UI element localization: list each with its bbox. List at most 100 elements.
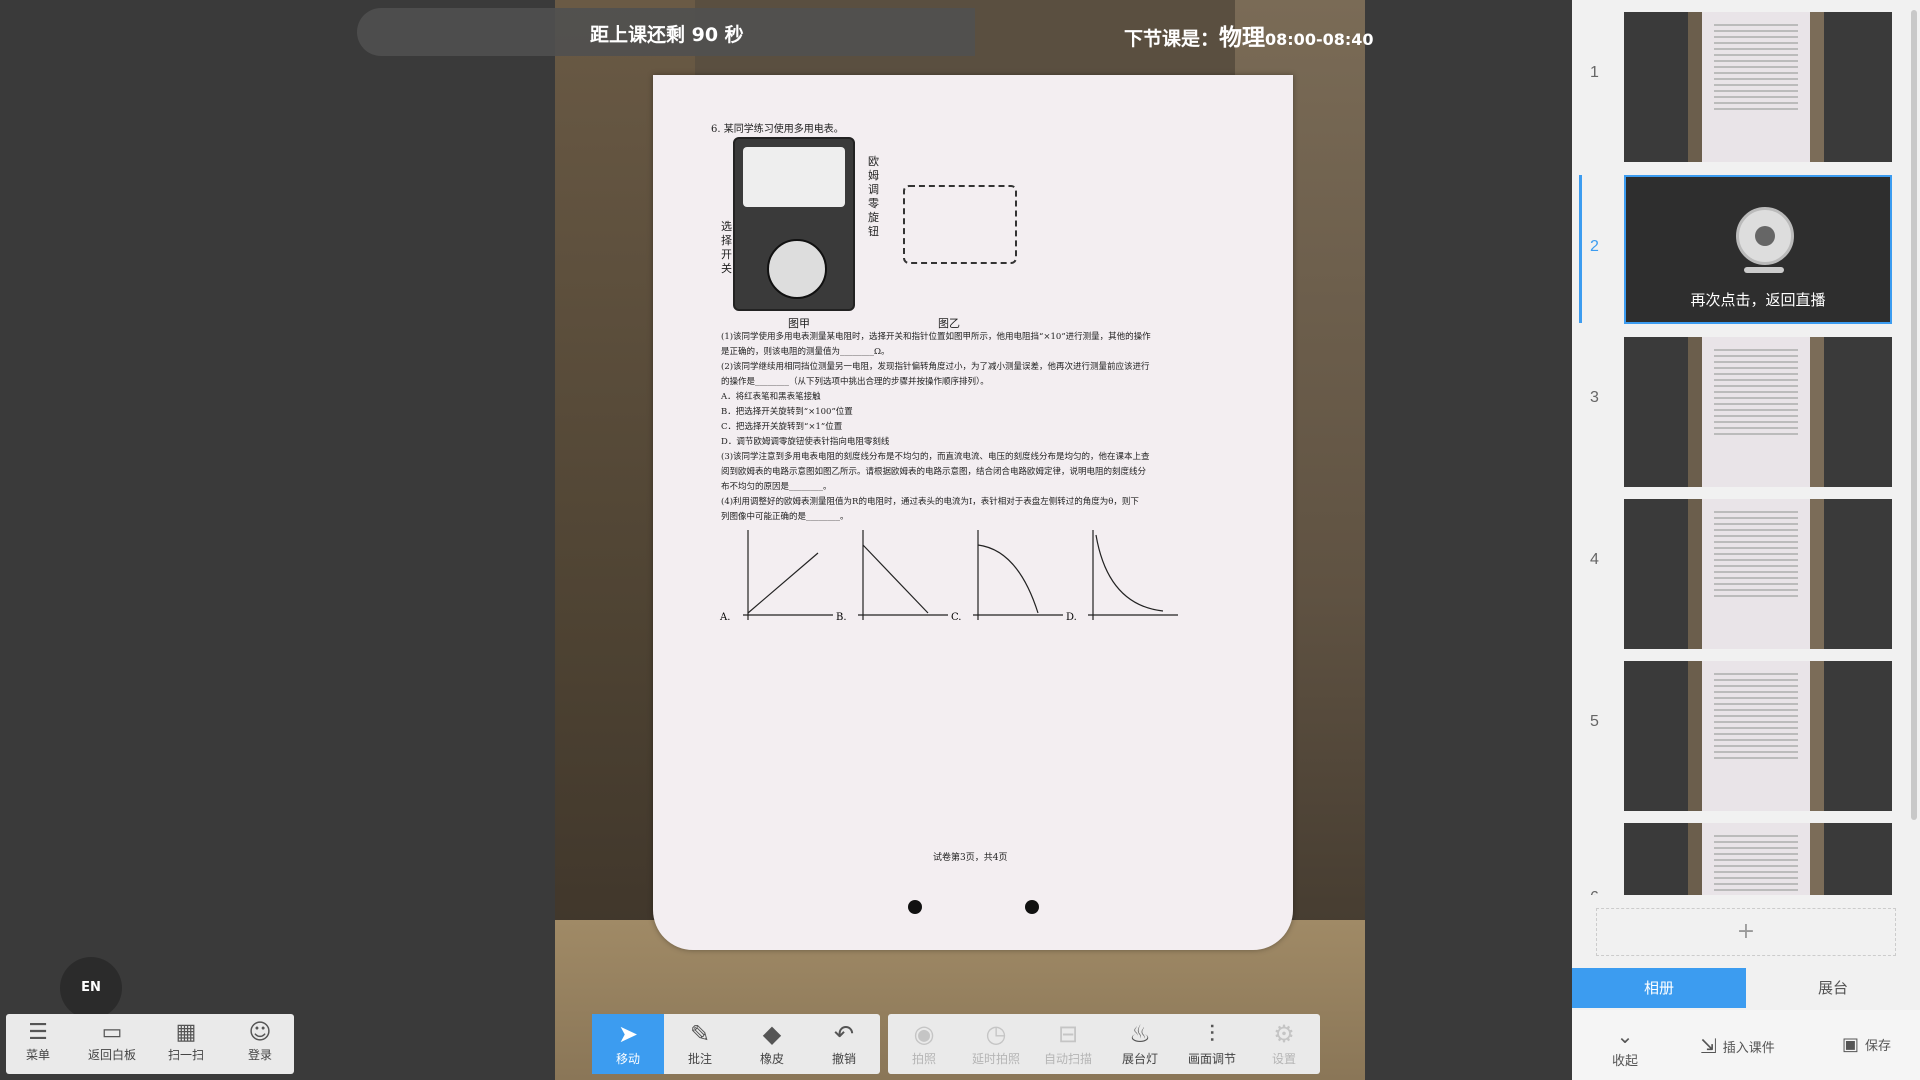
countdown-text: 距上课还剩 90 秒 (590, 24, 744, 46)
eraser-label: 橡皮 (759, 1052, 784, 1066)
pen-icon: ✎ (689, 1020, 711, 1048)
lightbulb-icon: ♨ (1129, 1020, 1151, 1048)
photo-label: 拍照 (911, 1052, 936, 1066)
move-tool-button[interactable]: ➤ 移动 (592, 1014, 664, 1074)
thumbnail-image[interactable] (1624, 823, 1892, 895)
timer-photo-button[interactable]: ◷ 延时拍照 (960, 1014, 1032, 1074)
question-line: A．将红表笔和黑表笔接触 (721, 392, 821, 402)
thumbnail-item[interactable]: 5 (1572, 651, 1920, 811)
question-line: 阅到欧姆表的电路示意图如图乙所示。请根据欧姆表的电路示意图，结合闭合电路欧姆定律… (721, 467, 1147, 477)
settings-button[interactable]: ⚙ 设置 (1248, 1014, 1320, 1074)
question-line: B．把选择开关旋转到“×100”位置 (721, 407, 853, 417)
ohmmeter-circuit-figure (903, 185, 1017, 264)
camera-toolbar: ◉ 拍照 ◷ 延时拍照 ⊟ 自动扫描 ♨ 展台灯 ⫶ 画面调节 ⚙ 设置 (888, 1014, 1320, 1074)
insert-icon: ⇲ (1700, 1034, 1717, 1058)
insert-courseware-button[interactable]: ⇲ 插入课件 (1700, 1034, 1775, 1058)
panel-actions: ⌄ 收起 ⇲ 插入课件 ▣ 保存 (1572, 1010, 1920, 1080)
en-icon: EN (81, 980, 101, 995)
question-line: 列图像中可能正确的是________。 (721, 512, 849, 522)
hamburger-icon: ☰ (28, 1020, 48, 1045)
thumbnail-item[interactable]: 3 (1572, 327, 1920, 487)
move-label: 移动 (615, 1052, 640, 1066)
auto-scan-label: 自动扫描 (1043, 1052, 1092, 1066)
menu-label: 菜单 (25, 1048, 50, 1062)
question-line: (3)该同学注意到多用电表电阻的刻度线分布是不均匀的，而直流电流、电压的刻度线分… (721, 452, 1150, 462)
thumbnail-item-live[interactable]: 2 再次点击，返回直播 (1572, 0, 1920, 324)
thumbnail-image[interactable] (1624, 499, 1892, 649)
figure-a-caption: 图甲 (788, 317, 810, 330)
collapse-label: 收起 (1612, 1054, 1639, 1069)
scan-label: 扫一扫 (167, 1048, 204, 1062)
binder-hole (908, 900, 922, 914)
eraser-tool-button[interactable]: ◆ 橡皮 (736, 1014, 808, 1074)
cursor-icon: ➤ (617, 1020, 639, 1048)
panel-tabs: 相册 展台 (1572, 968, 1920, 1008)
question-title: 6. 某同学练习使用多用电表。 (711, 124, 844, 135)
login-label: 登录 (247, 1048, 272, 1062)
photo-button[interactable]: ◉ 拍照 (888, 1014, 960, 1074)
insert-label: 插入课件 (1722, 1040, 1775, 1056)
question-line: (4)利用调整好的欧姆表测量阻值为R的电阻时，通过表头的电流为I，表针相对于表盘… (721, 497, 1139, 507)
exam-paper: 6. 某同学练习使用多用电表。 欧姆调零旋钮 选择开关 图甲 图乙 (1)该同学… (653, 75, 1293, 950)
thumbnail-item[interactable]: 4 (1572, 489, 1920, 649)
zero-knob-label: 欧姆调零旋钮 (868, 155, 879, 238)
webcam-icon (1736, 207, 1794, 265)
left-toolbar: ☰ 菜单 ▭ 返回白板 ▦ 扫一扫 ☺ 登录 (6, 1014, 294, 1074)
question-line: 是正确的，则该电阻的测量值为________Ω。 (721, 347, 890, 357)
selector-knob (767, 239, 827, 299)
login-button[interactable]: ☺ 登录 (230, 1020, 290, 1063)
active-indicator (1579, 175, 1582, 323)
question-line: (1)该同学使用多用电表测量某电阻时，选择开关和指针位置如图甲所示，他用电阻挡“… (721, 332, 1151, 342)
switch-label: 选择开关 (721, 220, 732, 275)
return-live-hint: 再次点击，返回直播 (1690, 291, 1826, 309)
language-toggle-button[interactable]: EN (60, 957, 122, 1019)
next-class-time: 08:00-08:40 (1265, 30, 1374, 49)
annotate-tool-button[interactable]: ✎ 批注 (664, 1014, 736, 1074)
thumbnail-image[interactable] (1624, 337, 1892, 487)
thumbnail-image[interactable]: 再次点击，返回直播 (1624, 175, 1892, 324)
thumbnail-image[interactable] (1624, 661, 1892, 811)
whiteboard-label: 返回白板 (87, 1048, 136, 1062)
camera-live-view[interactable]: 6. 某同学练习使用多用电表。 欧姆调零旋钮 选择开关 图甲 图乙 (1)该同学… (555, 0, 1365, 1080)
timer-icon: ◷ (985, 1020, 1007, 1048)
thumbnail-number: 6 (1590, 889, 1599, 895)
booth-light-label: 展台灯 (1121, 1052, 1158, 1066)
undo-label: 撤销 (831, 1052, 856, 1066)
page-footer: 试卷第3页，共4页 (933, 853, 1008, 863)
picture-adjust-button[interactable]: ⫶ 画面调节 (1176, 1014, 1248, 1074)
save-icon: ▣ (1842, 1034, 1860, 1055)
save-button[interactable]: ▣ 保存 (1842, 1034, 1891, 1055)
eraser-icon: ◆ (762, 1020, 782, 1048)
option-b-label: B. (836, 612, 847, 623)
scan-button[interactable]: ▦ 扫一扫 (156, 1020, 216, 1063)
tab-album[interactable]: 相册 (1572, 968, 1746, 1008)
thumbnail-number: 4 (1590, 551, 1599, 568)
next-class-label: 下节课是： (1124, 28, 1220, 50)
thumbnail-number: 3 (1590, 389, 1599, 406)
thumbnail-number: 2 (1590, 238, 1599, 255)
auto-scan-button[interactable]: ⊟ 自动扫描 (1032, 1014, 1104, 1074)
undo-button[interactable]: ↶ 撤销 (808, 1014, 880, 1074)
gear-icon: ⚙ (1273, 1020, 1295, 1048)
collapse-button[interactable]: ⌄ 收起 (1612, 1024, 1638, 1069)
thumbnail-scrollbar[interactable] (1911, 10, 1917, 820)
add-page-button[interactable]: + (1596, 908, 1896, 956)
qr-code-icon: ▦ (175, 1020, 197, 1045)
question-line: 布不均匀的原因是________。 (721, 482, 832, 492)
meter-dial (743, 147, 845, 207)
whiteboard-icon: ▭ (101, 1020, 123, 1045)
menu-button[interactable]: ☰ 菜单 (8, 1020, 68, 1063)
annotate-label: 批注 (687, 1052, 712, 1066)
question-line: D．调节欧姆调零旋钮使表针指向电阻零刻线 (721, 437, 890, 447)
booth-light-button[interactable]: ♨ 展台灯 (1104, 1014, 1176, 1074)
question-line: C．把选择开关旋转到“×1”位置 (721, 422, 843, 432)
whiteboard-button[interactable]: ▭ 返回白板 (82, 1020, 142, 1063)
save-label: 保存 (1865, 1039, 1892, 1054)
answer-graphs: A. B. C. D. (719, 530, 1178, 623)
picture-adjust-label: 画面调节 (1187, 1052, 1236, 1066)
tab-booth[interactable]: 展台 (1746, 968, 1920, 1008)
settings-label: 设置 (1271, 1052, 1296, 1066)
thumbnail-item[interactable]: 6 (1572, 813, 1920, 895)
chevron-down-icon: ⌄ (1616, 1024, 1634, 1048)
binder-hole (1025, 900, 1039, 914)
